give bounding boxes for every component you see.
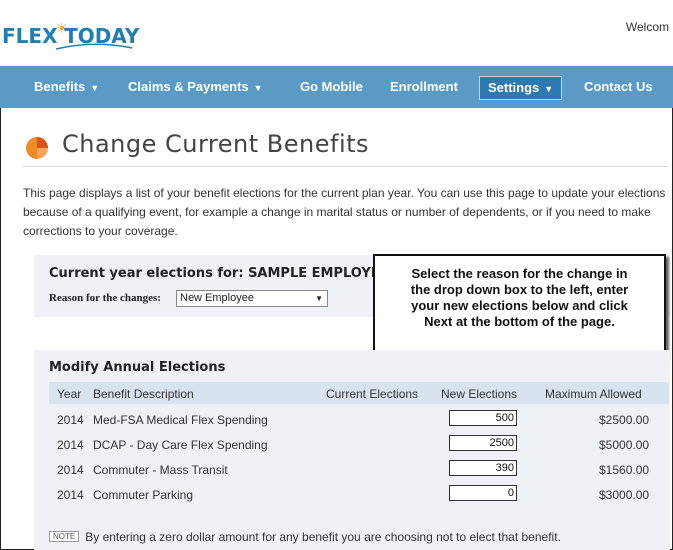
new-election-input[interactable]: [449, 460, 517, 476]
reason-select[interactable]: New Employee ▼: [176, 290, 328, 307]
title-divider: [23, 166, 669, 167]
welcome-text: Welcom: [625, 20, 669, 34]
row-description: DCAP - Day Care Flex Spending: [93, 438, 268, 452]
new-election-input[interactable]: [449, 435, 517, 451]
nav-benefits[interactable]: Benefits ▼: [34, 66, 99, 108]
nav-claims-payments[interactable]: Claims & Payments ▼: [128, 66, 263, 108]
col-benefit-description: Benefit Description: [93, 387, 194, 401]
main-nav: Benefits ▼ Claims & Payments ▼ Go Mobile E…: [0, 66, 673, 108]
row-year: 2014: [57, 413, 84, 427]
current-year-title: Current year elections for: SAMPLE EMPLO…: [49, 266, 389, 281]
col-year: Year: [57, 387, 82, 401]
row-description: Med-FSA Medical Flex Spending: [93, 413, 268, 427]
row-description: Commuter Parking: [93, 488, 194, 502]
col-maximum-allowed: Maximum Allowed: [545, 387, 642, 401]
page-title: Change Current Benefits: [62, 130, 370, 158]
new-election-input[interactable]: [449, 485, 517, 501]
row-max: $3000.00: [599, 488, 650, 502]
row-year: 2014: [57, 463, 84, 477]
logo-swoosh-icon: [55, 43, 133, 50]
row-max: $2500.00: [599, 413, 650, 427]
caret-down-icon: ▼: [90, 83, 100, 93]
caret-down-icon: ▼: [544, 84, 554, 94]
row-year: 2014: [57, 488, 84, 502]
page-description: This page displays a list of your benefi…: [23, 186, 666, 238]
col-new-elections: New Elections: [441, 387, 518, 401]
header: FLEX☀TODAY Welcom: [0, 0, 673, 66]
row-max: $1560.00: [599, 463, 650, 477]
note-text: By entering a zero dollar amount for any…: [85, 530, 561, 544]
note: NOTE By entering a zero dollar amount for…: [49, 530, 561, 544]
reason-label: Reason for the changes:: [49, 292, 161, 304]
caret-down-icon: ▼: [253, 83, 263, 93]
select-arrow-icon: ▼: [315, 294, 323, 303]
row-year: 2014: [57, 438, 84, 452]
annual-elections-title: Modify Annual Elections: [49, 360, 226, 375]
pie-chart-icon: [26, 137, 48, 159]
nav-settings[interactable]: Settings ▼: [479, 76, 563, 100]
new-election-input[interactable]: [449, 410, 517, 426]
col-current-elections: Current Elections: [326, 387, 419, 401]
note-badge: NOTE: [49, 531, 80, 542]
instruction-callout: Select the reason for the change in the …: [373, 254, 666, 358]
nav-enrollment[interactable]: Enrollment: [390, 66, 458, 108]
row-max: $5000.00: [599, 438, 650, 452]
row-description: Commuter - Mass Transit: [93, 463, 228, 477]
nav-contact-us[interactable]: Contact Us: [584, 66, 653, 108]
logo-sun-icon: ☀: [55, 21, 69, 37]
nav-go-mobile[interactable]: Go Mobile: [300, 66, 363, 108]
